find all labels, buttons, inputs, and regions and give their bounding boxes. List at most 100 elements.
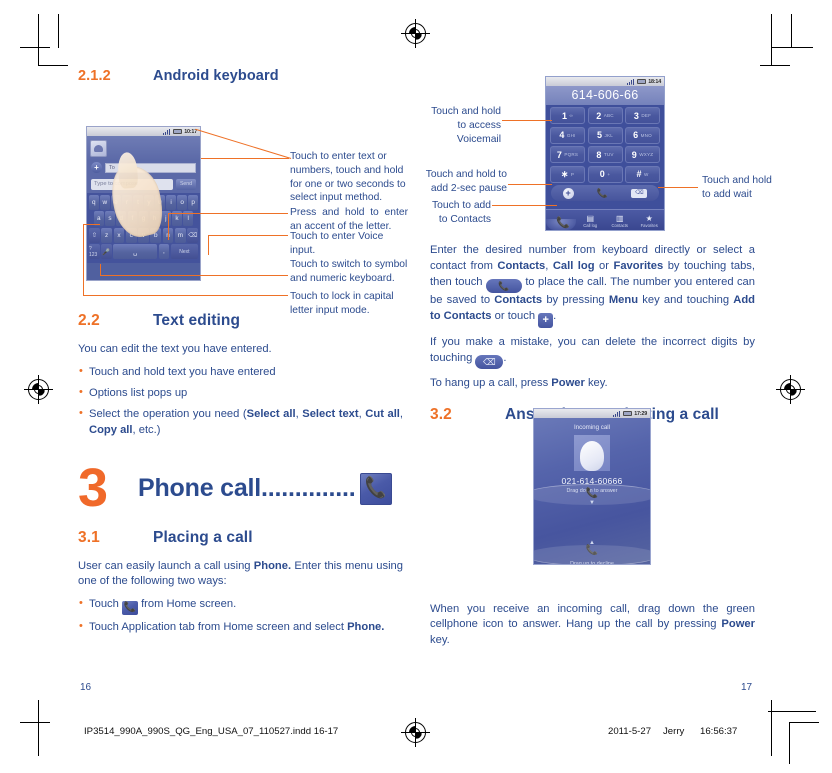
key-w[interactable]: w (100, 194, 110, 210)
tab-call-log[interactable]: ▤ Call log (576, 214, 606, 230)
power-bold: Power (551, 376, 585, 389)
para-part: by pressing (542, 293, 609, 306)
dial-paragraph-1: Enter the desired number from keyboard d… (430, 243, 755, 328)
key-i[interactable]: i (166, 194, 176, 210)
page-number-right: 17 (741, 682, 753, 693)
leader-line-caps-top (83, 224, 100, 226)
backspace-icon: ⌫ (475, 354, 504, 369)
dial-key-9[interactable]: 9 WXYZ (625, 146, 660, 163)
dial-key-5[interactable]: 5 JKL (587, 126, 623, 144)
next-key[interactable]: Next (170, 244, 199, 259)
dialed-number-display[interactable]: 614-606-66 (546, 86, 664, 105)
leader-voicemail (502, 120, 552, 122)
para-part: To hang up a call, press (430, 376, 552, 389)
chapter-dots: .............. (261, 474, 356, 503)
tab-contacts[interactable]: ▥ Contacts (605, 214, 635, 230)
text-editing-intro: You can edit the text you have entered. (78, 343, 272, 355)
key-p[interactable]: p (188, 194, 198, 210)
phone-handset-icon: 📞 (121, 601, 138, 616)
list-icon: ▤ (586, 214, 595, 224)
dial-key-2[interactable]: 2 ABC (587, 107, 623, 124)
dial-key-1[interactable]: 1 ∞ (550, 107, 585, 124)
dial-key-6[interactable]: 6 MNO (625, 126, 660, 144)
dial-key-0[interactable]: 0 + (587, 165, 623, 183)
tab-label: Contacts (611, 223, 629, 229)
signal-bars-icon (627, 78, 636, 85)
key-o[interactable]: o (177, 194, 187, 210)
intro-bold: Phone. (253, 559, 292, 572)
digit: 9 (631, 149, 637, 160)
sub-label: P (570, 171, 575, 177)
comma-key[interactable]: , (158, 244, 170, 259)
battery-icon (623, 411, 633, 416)
figure-android-keyboard: 10:17 + To Type to compose Send q w (78, 96, 408, 316)
annotation-voicemail: Touch and hold to access Voicemail (431, 106, 501, 145)
dialpad-row: 7 PQRS 8 TUV 9 WXYZ (550, 146, 660, 163)
para-part: or touch (491, 309, 539, 322)
key-s[interactable]: s (105, 211, 115, 226)
status-bar: 18:14 (546, 77, 664, 86)
leader-line-accent-h (168, 213, 288, 215)
status-clock: 17:29 (634, 410, 647, 417)
keyboard-row-4: ?123 🎤 ␣ , Next (89, 244, 199, 259)
delete-digit-button[interactable]: ⌫ (631, 188, 648, 198)
microphone-key[interactable]: 🎤 (101, 244, 112, 259)
send-button[interactable]: Send (176, 178, 196, 190)
print-filename: IP3514_990A_990S_QG_Eng_USA_07_110527.in… (84, 726, 339, 737)
sub-label: + (607, 171, 611, 177)
key-z[interactable]: z (101, 227, 113, 243)
key-x[interactable]: x (113, 227, 125, 243)
call-button-icon: 📞 (485, 278, 522, 293)
dialer-icon: 📞 (556, 216, 570, 229)
placing-call-bullets: Touch 📞 from Home screen. Touch Applicat… (78, 596, 403, 636)
space-key[interactable]: ␣ (113, 244, 158, 259)
shift-key[interactable]: ⇧ (88, 227, 100, 243)
annotation-add-to-contacts: Touch to add to Contacts (432, 200, 491, 225)
leader-line-caps-h (83, 295, 288, 297)
dial-key-8[interactable]: 8 TUV (587, 146, 623, 163)
leader-line-accent-v (168, 213, 170, 240)
bullet-touch-label: Touch (89, 598, 122, 611)
answering-paragraph: When you receive an incoming call, drag … (430, 602, 755, 650)
dial-key-star[interactable]: ∗ P (550, 165, 585, 183)
sub-label: PQRS (564, 152, 579, 157)
plus-icon: + (562, 187, 574, 199)
digit: # (636, 169, 642, 179)
tab-favorites[interactable]: ★ Favorites (635, 214, 665, 230)
incoming-call-body: Incoming call 021-614-60666 Drag down to… (534, 418, 650, 564)
intro-part-1: User can easily launch a call using (78, 559, 254, 572)
dialpad-grid: 1 ∞ 2 ABC 3 DEF 4 GHI 5 JKL 6 MNO 7 PQRS 8 TUV 9… (546, 105, 664, 183)
heading-number: 3.2 (430, 405, 452, 423)
messaging-app-icon (90, 139, 107, 157)
list-item: Touch Application tab from Home screen a… (78, 619, 403, 636)
tab-dialer[interactable]: 📞 (546, 216, 576, 230)
manual-page-spread: 2.1.2 Android keyboard 10:17 + To Type t… (0, 0, 832, 773)
dial-key-hash[interactable]: # W (625, 165, 660, 183)
para-part: key. (430, 634, 450, 647)
dial-key-4[interactable]: 4 GHI (550, 126, 585, 144)
contacts-icon: ▥ (615, 214, 624, 224)
battery-icon (173, 129, 183, 134)
annotation-symbols: Touch to switch to symbol and numeric ke… (290, 259, 408, 284)
add-to-contacts-button[interactable]: + (562, 187, 574, 199)
list-item: Touch 📞 from Home screen. (78, 596, 403, 616)
answer-handset-icon[interactable]: 📞 (534, 488, 650, 499)
dialpad-row: 4 GHI 5 JKL 6 MNO (550, 126, 660, 144)
delete-key[interactable]: ⌫ (187, 227, 199, 243)
symbols-key[interactable]: ?123 (89, 244, 100, 259)
text-editing-bullets: Touch and hold text you have entered Opt… (78, 364, 403, 439)
dialpad-row: ∗ P 0 + # W (550, 165, 660, 183)
key-q[interactable]: q (89, 194, 99, 210)
placing-call-intro: User can easily launch a call using Phon… (78, 559, 403, 591)
left-page-column: 2.1.2 Android keyboard 10:17 + To Type t… (78, 68, 408, 643)
status-bar: 10:17 (87, 127, 200, 136)
dial-key-3[interactable]: 3 DEF (625, 107, 660, 124)
add-recipient-icon[interactable]: + (91, 162, 102, 173)
caller-avatar (574, 435, 610, 471)
call-button[interactable]: 📞 (597, 188, 608, 199)
dial-key-7[interactable]: 7 PQRS (550, 146, 585, 163)
leader-pause (508, 184, 552, 186)
key-m[interactable]: m (174, 227, 186, 243)
status-bar: 17:29 (534, 409, 650, 418)
signal-bars-icon (613, 410, 622, 417)
